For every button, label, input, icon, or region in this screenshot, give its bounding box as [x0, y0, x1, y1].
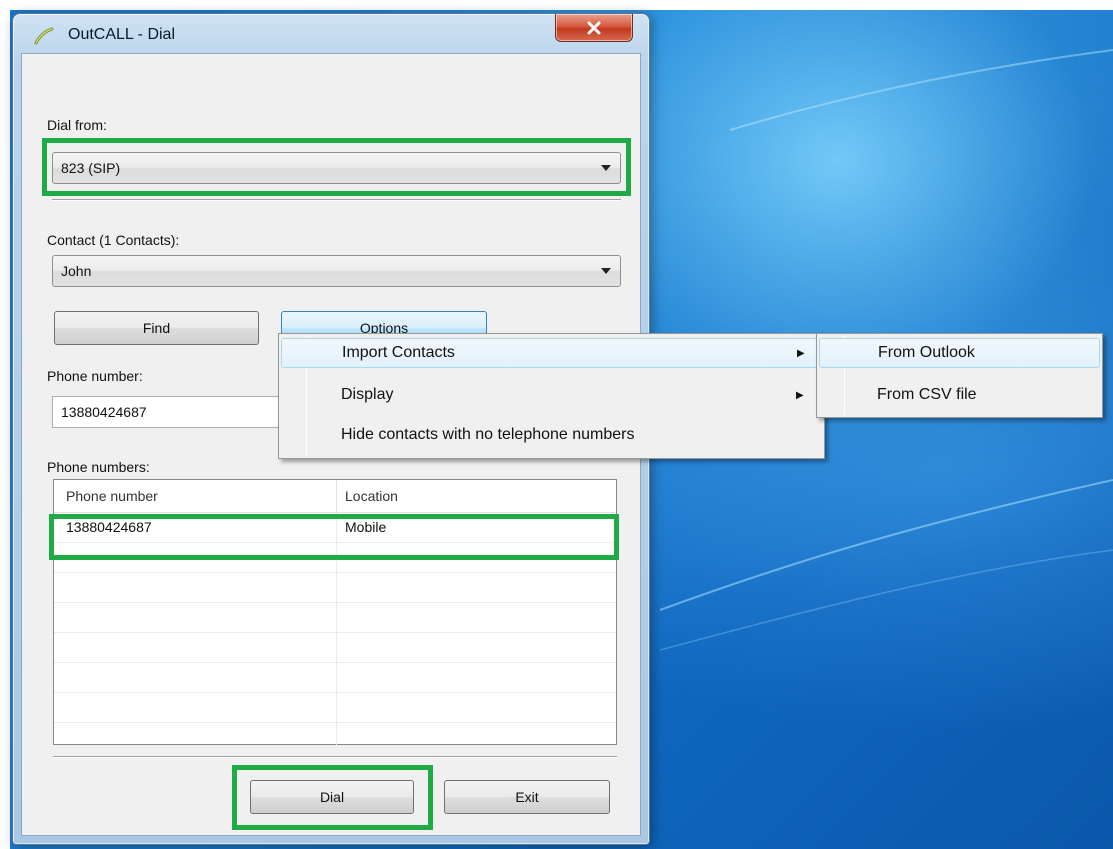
close-icon — [587, 21, 601, 34]
find-button[interactable]: Find — [54, 311, 259, 345]
table-row-empty — [54, 633, 616, 663]
contact-label: Contact (1 Contacts): — [47, 232, 180, 248]
column-header-location[interactable]: Location — [345, 488, 398, 504]
dial-from-label: Dial from: — [47, 117, 107, 133]
menu-item-label: From CSV file — [877, 386, 977, 403]
separator-top — [52, 199, 621, 201]
table-row-empty — [54, 693, 616, 723]
close-button[interactable] — [555, 14, 633, 42]
title-bar[interactable]: OutCALL - Dial — [13, 14, 649, 52]
submenu-arrow-icon: ▶ — [797, 347, 805, 359]
column-divider[interactable] — [336, 480, 337, 513]
menu-item-import-contacts[interactable]: Import Contacts ▶ — [281, 338, 822, 368]
list-header: Phone number Location — [54, 480, 616, 513]
menu-item-display[interactable]: Display ▶ — [281, 380, 822, 410]
window-title: OutCALL - Dial — [68, 26, 175, 43]
exit-button[interactable]: Exit — [444, 780, 610, 814]
column-header-phone-number[interactable]: Phone number — [66, 488, 158, 504]
menu-item-from-csv[interactable]: From CSV file — [819, 380, 1100, 410]
table-row-empty — [54, 573, 616, 603]
separator-bottom — [53, 756, 617, 758]
import-contacts-submenu: From Outlook From CSV file — [816, 333, 1103, 418]
submenu-arrow-icon: ▶ — [796, 389, 804, 401]
dial-from-highlight — [42, 138, 631, 196]
phone-row-highlight — [49, 514, 619, 560]
chevron-down-icon — [601, 268, 611, 274]
phone-number-label: Phone number: — [47, 368, 143, 384]
phone-handset-icon — [34, 27, 54, 45]
menu-item-hide-contacts[interactable]: Hide contacts with no telephone numbers — [281, 420, 822, 450]
menu-item-label: Display — [341, 386, 394, 403]
menu-item-from-outlook[interactable]: From Outlook — [819, 338, 1100, 368]
dial-button-highlight — [232, 765, 433, 830]
options-menu: Import Contacts ▶ Display ▶ Hide contact… — [278, 333, 825, 459]
menu-item-label: Hide contacts with no telephone numbers — [341, 426, 635, 443]
contact-dropdown[interactable]: John — [52, 255, 621, 287]
menu-item-label: From Outlook — [878, 344, 975, 361]
table-row-empty — [54, 663, 616, 693]
table-row-empty — [54, 603, 616, 633]
menu-item-label: Import Contacts — [342, 344, 455, 361]
phone-numbers-label: Phone numbers: — [47, 459, 150, 475]
contact-value: John — [61, 263, 92, 279]
